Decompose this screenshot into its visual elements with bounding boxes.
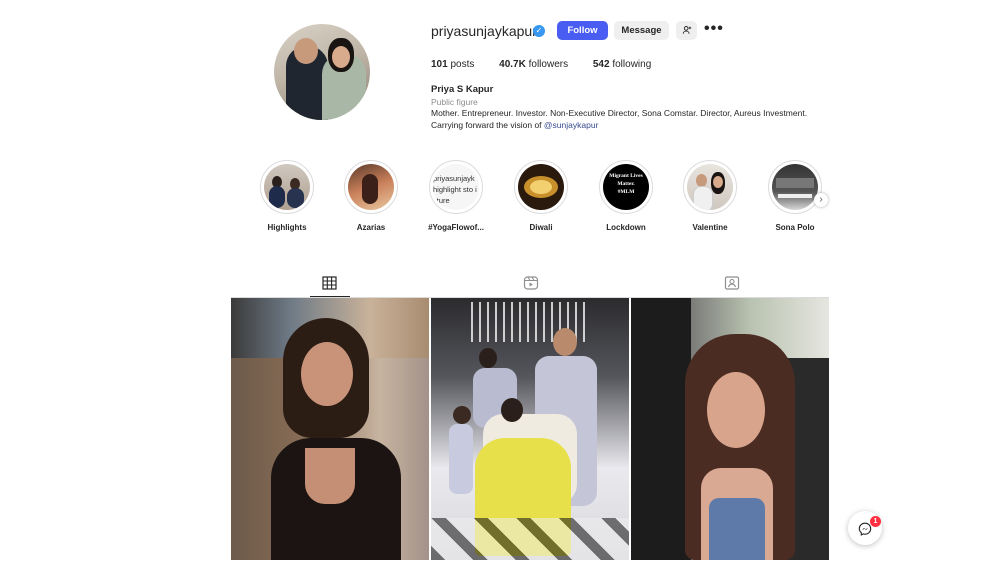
highlight-thumb-text: priyasunjayk highlight sto icture bbox=[433, 174, 477, 205]
post-thumbnail[interactable] bbox=[631, 298, 829, 560]
post-thumbnail[interactable] bbox=[431, 298, 629, 560]
message-button[interactable]: Message bbox=[614, 21, 669, 40]
posts-count: 101 bbox=[431, 59, 448, 70]
reels-icon[interactable] bbox=[523, 276, 539, 290]
bio-mention-link[interactable]: @sunjaykapur bbox=[544, 120, 598, 130]
highlight-label: #YogaFlowof... bbox=[428, 223, 484, 232]
highlight-label: Valentine bbox=[692, 223, 728, 232]
following-label[interactable]: following bbox=[612, 59, 651, 70]
highlight-label: Azarias bbox=[356, 223, 386, 232]
highlight-label: Lockdown bbox=[606, 223, 646, 232]
highlight-label: Diwali bbox=[529, 223, 553, 232]
followers-count[interactable]: 40.7K bbox=[499, 59, 526, 70]
profile-username: priyasunjaykapur bbox=[431, 23, 537, 39]
follow-button[interactable]: Follow bbox=[557, 21, 608, 40]
more-options-icon[interactable]: ••• bbox=[704, 20, 724, 38]
highlight-label: Sona Polo bbox=[775, 223, 815, 232]
profile-bio-line: Mother. Entrepreneur. Investor. Non-Exec… bbox=[431, 108, 808, 118]
highlight-label: Highlights bbox=[267, 223, 307, 232]
following-count[interactable]: 542 bbox=[593, 59, 610, 70]
grid-icon[interactable] bbox=[322, 276, 338, 290]
profile-stats: 101 posts 40.7K followers 542 following bbox=[431, 59, 651, 70]
post-thumbnail[interactable] bbox=[231, 298, 429, 560]
highlight-item[interactable]: priyasunjayk highlight sto icture #YogaF… bbox=[421, 160, 491, 232]
tagged-icon[interactable] bbox=[724, 276, 740, 290]
suggested-users-button[interactable] bbox=[676, 21, 697, 40]
bio-text: Carrying forward the vision of bbox=[431, 120, 544, 130]
verified-badge-icon: ✓ bbox=[533, 25, 545, 37]
followers-label[interactable]: followers bbox=[529, 59, 568, 70]
profile-category: Public figure bbox=[431, 97, 478, 107]
highlight-item[interactable]: Azarias bbox=[336, 160, 406, 232]
highlight-thumb-text: Migrant Lives Matter. #MLM bbox=[609, 173, 643, 195]
notification-badge: 1 bbox=[870, 516, 881, 527]
highlight-item[interactable]: Diwali bbox=[506, 160, 576, 232]
profile-bio-line: Carrying forward the vision of @sunjayka… bbox=[431, 120, 598, 130]
posts-label: posts bbox=[450, 59, 475, 70]
highlight-item[interactable]: Migrant Lives Matter. #MLM Lockdown bbox=[591, 160, 661, 232]
active-tab-indicator bbox=[310, 296, 350, 297]
profile-full-name: Priya S Kapur bbox=[431, 84, 494, 95]
highlight-item[interactable]: Valentine bbox=[675, 160, 745, 232]
add-user-icon bbox=[682, 26, 691, 35]
highlight-item[interactable]: Highlights bbox=[252, 160, 322, 232]
chevron-right-icon[interactable]: › bbox=[814, 193, 828, 207]
profile-avatar[interactable] bbox=[274, 24, 370, 120]
